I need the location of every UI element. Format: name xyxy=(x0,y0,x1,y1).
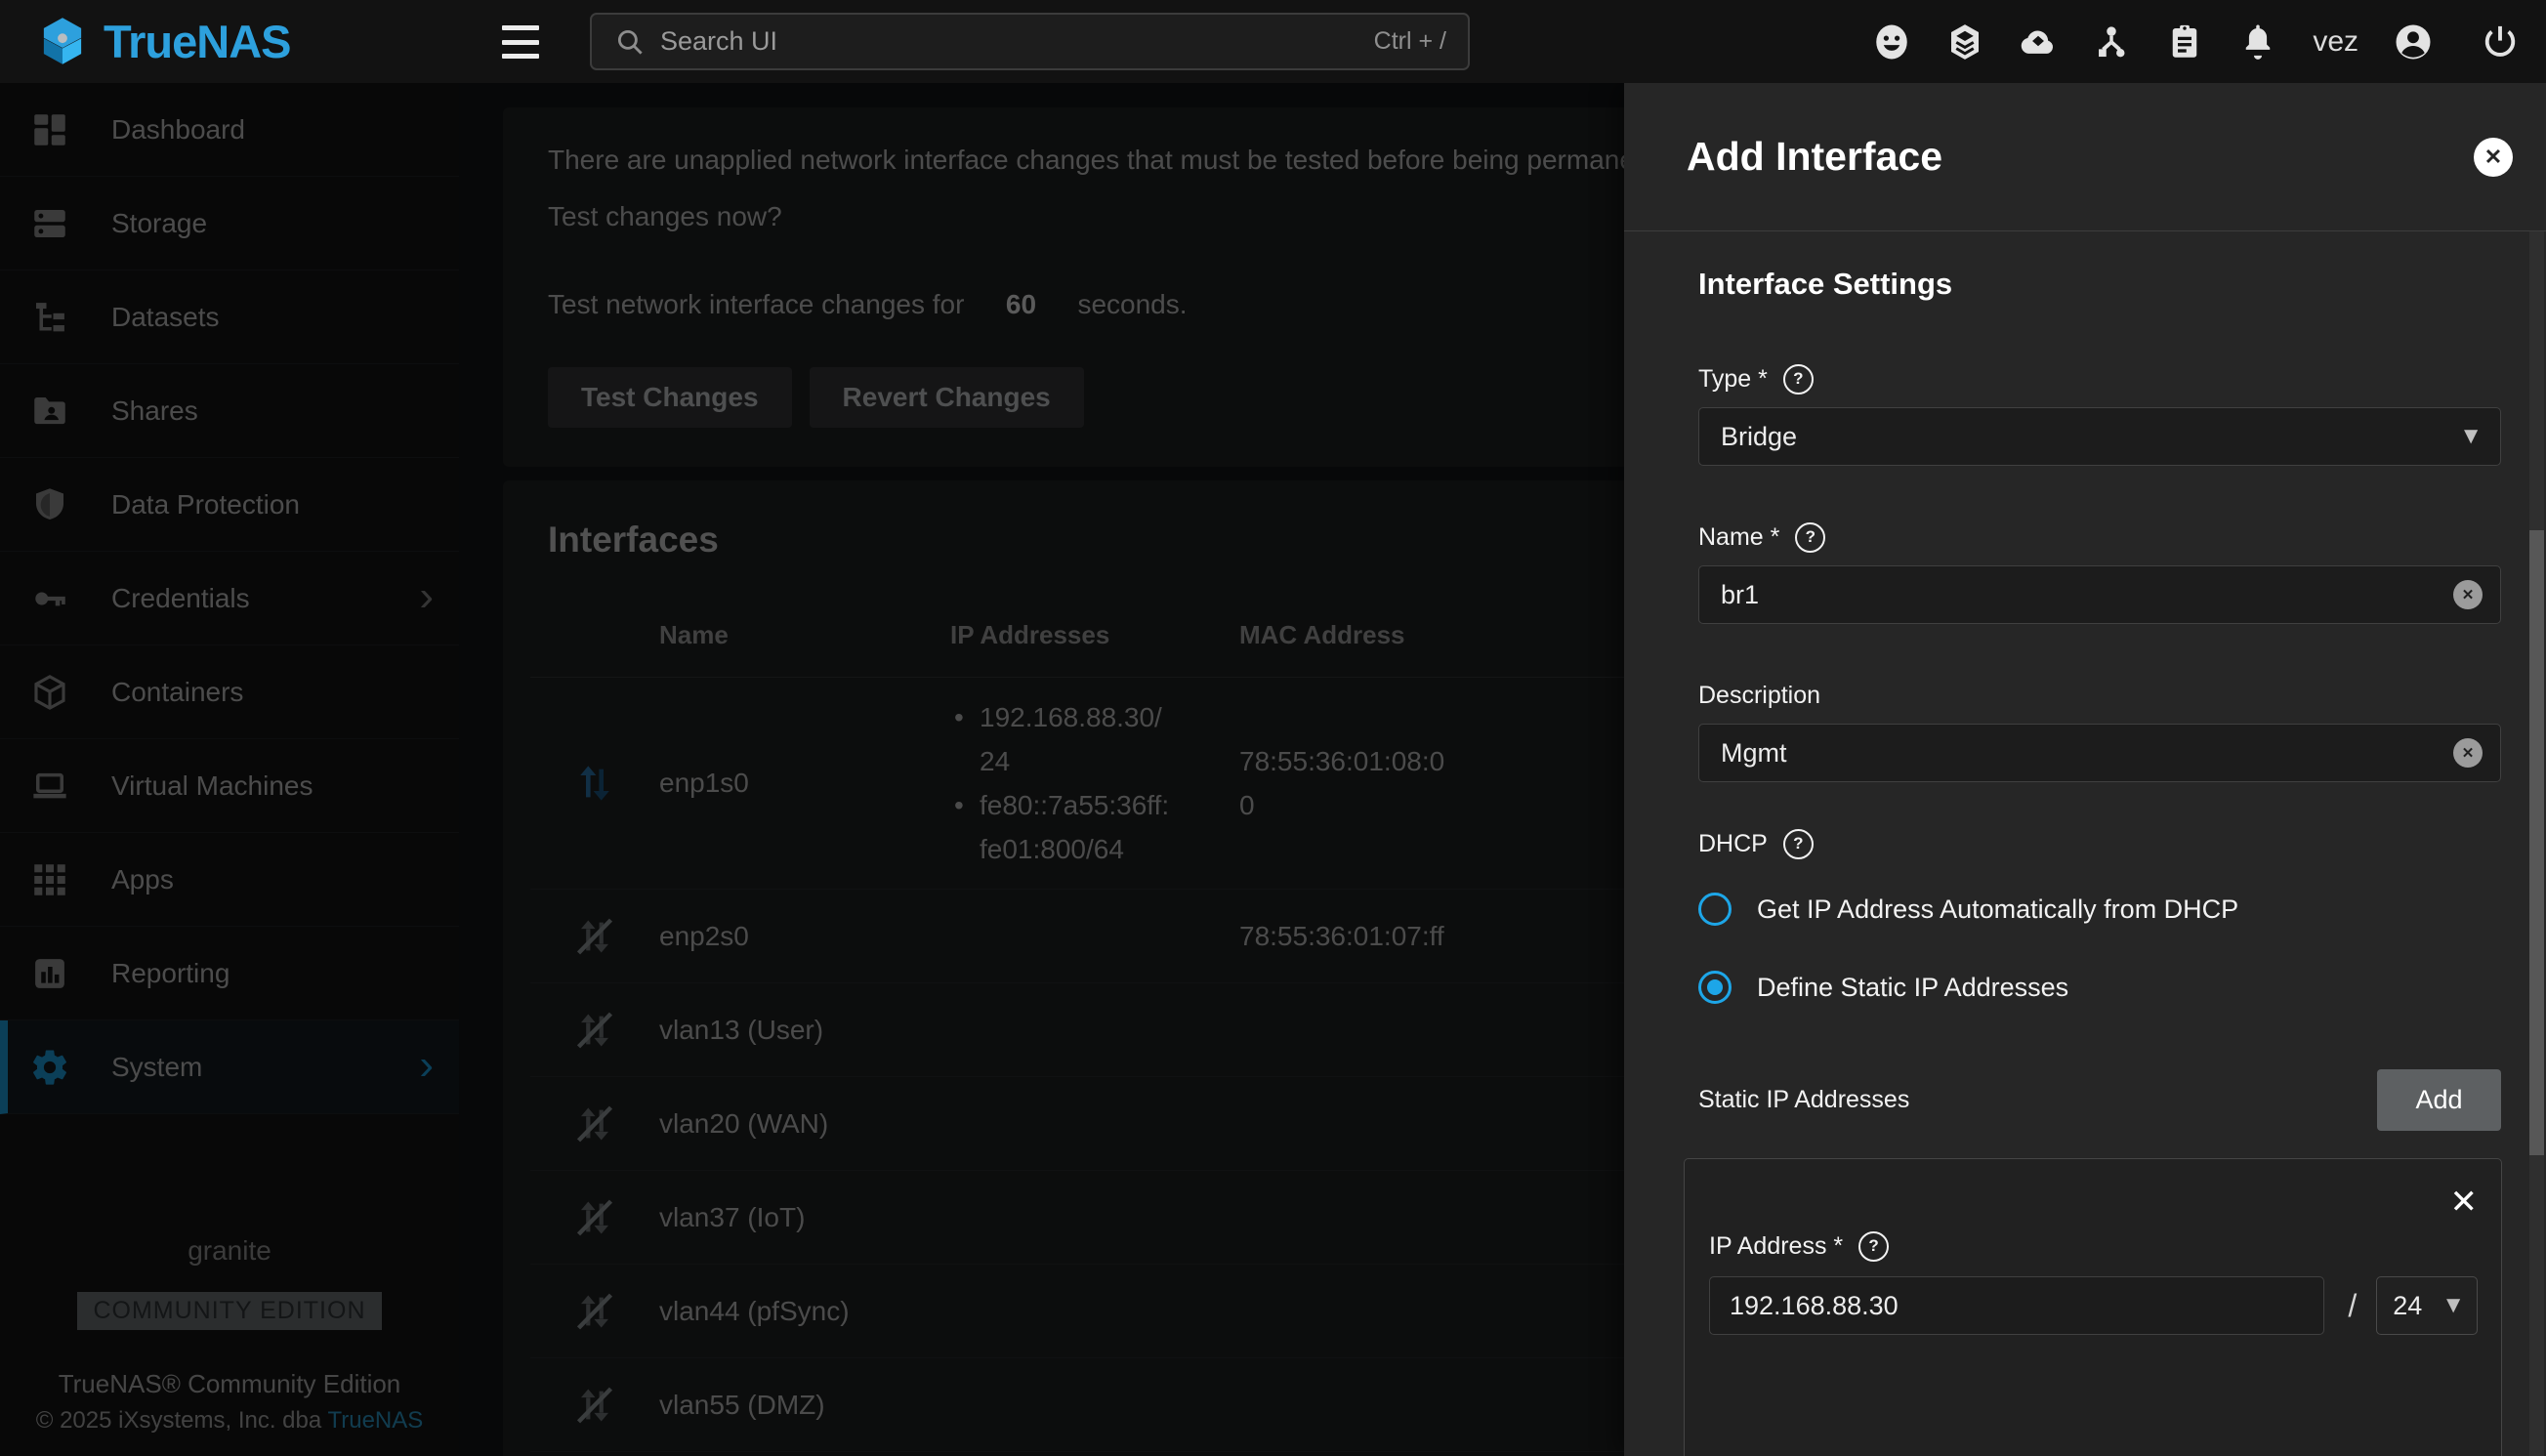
truecommand-icon[interactable] xyxy=(1944,21,1985,62)
directory-services-icon[interactable] xyxy=(2091,21,2132,62)
search-icon xyxy=(613,25,647,59)
truenas-logo[interactable]: TrueNAS xyxy=(35,14,291,68)
add-static-ip-button[interactable]: Add xyxy=(2377,1069,2501,1131)
section-title: Interface Settings xyxy=(1698,267,2501,302)
description-field-label: Description xyxy=(1698,679,2501,712)
chevron-down-icon: ▼ xyxy=(2442,1292,2465,1319)
help-icon[interactable]: ? xyxy=(1795,522,1825,553)
add-interface-panel: Add Interface ✕ Interface Settings Type … xyxy=(1624,83,2546,1456)
dhcp-auto-radio[interactable]: Get IP Address Automatically from DHCP xyxy=(1698,884,2501,935)
dhcp-field-label: DHCP ? xyxy=(1698,827,2501,860)
power-icon[interactable] xyxy=(2480,21,2521,62)
radio-unselected-icon xyxy=(1698,893,1732,926)
truenas-logo-icon xyxy=(35,14,90,68)
topbar-actions: vez xyxy=(1871,0,2521,83)
type-field-label: Type * ? xyxy=(1698,362,2501,395)
prefix-separator: / xyxy=(2348,1288,2357,1324)
jobs-clipboard-icon[interactable] xyxy=(2164,21,2205,62)
remove-static-ip-icon[interactable]: ✕ xyxy=(2450,1184,2479,1221)
scrollbar-thumb[interactable] xyxy=(2529,530,2544,1155)
logo-text: TrueNAS xyxy=(104,15,291,68)
panel-scrollbar[interactable] xyxy=(2529,231,2544,1456)
help-icon[interactable]: ? xyxy=(1783,829,1814,859)
ip-address-input[interactable]: 192.168.88.30 xyxy=(1709,1276,2324,1335)
description-input[interactable]: Mgmt ✕ xyxy=(1698,724,2501,782)
help-icon[interactable]: ? xyxy=(1858,1231,1889,1262)
dhcp-static-radio[interactable]: Define Static IP Addresses xyxy=(1698,962,2501,1013)
name-field-label: Name * ? xyxy=(1698,520,2501,554)
modal-backdrop[interactable] xyxy=(0,83,1624,1456)
menu-hamburger-icon[interactable] xyxy=(502,25,539,59)
search-shortcut: Ctrl + / xyxy=(1374,27,1446,56)
truenas-connect-cloud-icon[interactable] xyxy=(2018,21,2059,62)
user-avatar-icon[interactable] xyxy=(2393,21,2434,62)
close-panel-icon[interactable]: ✕ xyxy=(2474,138,2513,177)
alerts-bell-icon[interactable] xyxy=(2237,21,2278,62)
panel-body: Interface Settings Type * ? Bridge ▼ Nam… xyxy=(1624,231,2526,1456)
topbar: TrueNAS Search UI Ctrl + / vez xyxy=(0,0,2546,83)
feedback-smiley-icon[interactable] xyxy=(1871,21,1912,62)
static-ip-card: ✕ IP Address * ? 192.168.88.30 / 24 ▼ xyxy=(1684,1158,2502,1456)
search-placeholder: Search UI xyxy=(660,26,1374,57)
static-ips-label: Static IP Addresses xyxy=(1698,1084,1909,1117)
clear-input-icon[interactable]: ✕ xyxy=(2453,738,2483,768)
search-input[interactable]: Search UI Ctrl + / xyxy=(590,13,1470,70)
panel-header: Add Interface ✕ xyxy=(1624,83,2546,231)
panel-title: Add Interface xyxy=(1687,134,1942,180)
prefix-length-select[interactable]: 24 ▼ xyxy=(2376,1276,2478,1335)
username-text: vez xyxy=(2313,25,2358,59)
type-select[interactable]: Bridge ▼ xyxy=(1698,407,2501,466)
clear-input-icon[interactable]: ✕ xyxy=(2453,580,2483,609)
name-input[interactable]: br1 ✕ xyxy=(1698,565,2501,624)
radio-selected-icon xyxy=(1698,971,1732,1004)
chevron-down-icon: ▼ xyxy=(2459,423,2483,450)
help-icon[interactable]: ? xyxy=(1783,364,1814,395)
ip-address-field-label: IP Address * ? xyxy=(1709,1229,2478,1263)
